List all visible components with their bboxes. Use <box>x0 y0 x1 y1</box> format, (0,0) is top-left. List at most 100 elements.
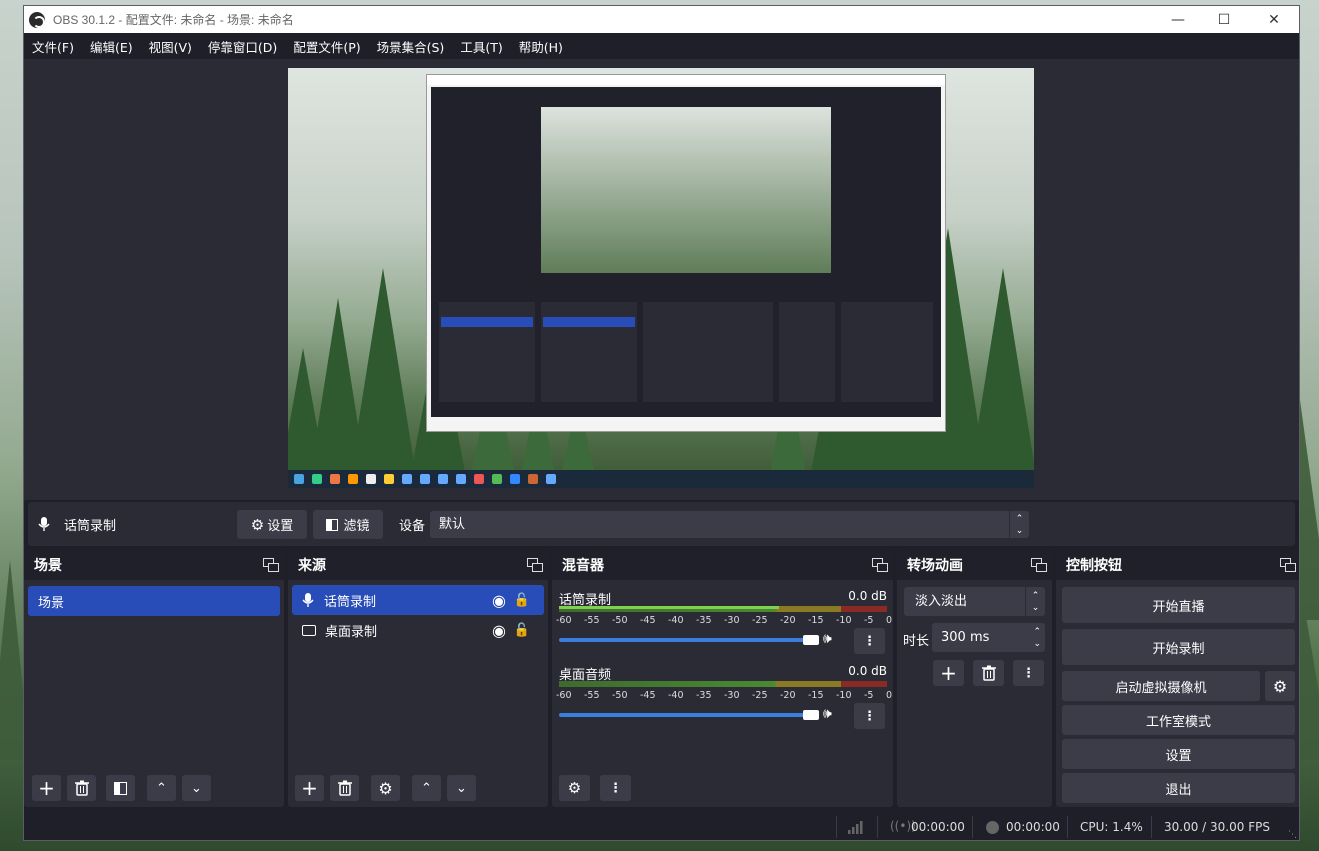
lock-icon[interactable]: 🔓 <box>514 593 530 608</box>
gear-icon: ⚙ <box>1272 676 1288 696</box>
mixer-menu-button[interactable]: ⋮ <box>600 775 631 801</box>
transition-select[interactable]: 淡入淡出 ⌃ ⌄ <box>904 587 1045 616</box>
trash-icon <box>981 665 996 681</box>
scene-item[interactable]: 场景 <box>28 586 280 616</box>
volume-slider-handle[interactable] <box>803 710 819 720</box>
obs-logo-icon <box>29 11 45 28</box>
speaker-icon[interactable]: 🕪 <box>823 706 832 722</box>
mixer-channel: 桌面音频 0.0 dB -60 -55 -50 -45 -40 -35 -30 -25 -20-… <box>552 655 893 730</box>
duration-value: 300 ms <box>941 630 990 645</box>
volume-slider[interactable] <box>559 713 819 717</box>
menu-edit[interactable]: 编辑(E) <box>82 37 141 56</box>
start-virtual-camera-label: 启动虚拟摄像机 <box>1115 680 1207 696</box>
preview-taskbar <box>288 470 1034 488</box>
sources-title: 来源 <box>298 558 326 574</box>
mixer-channel-menu-button[interactable]: ⋮ <box>854 628 885 654</box>
start-recording-label: 开始录制 <box>1152 641 1205 657</box>
source-item-label: 话筒录制 <box>324 594 377 610</box>
menu-docks[interactable]: 停靠窗口(D) <box>200 37 285 56</box>
remove-source-button[interactable] <box>330 775 359 801</box>
remove-transition-button[interactable] <box>973 660 1004 686</box>
advanced-audio-button[interactable]: ⚙ <box>559 775 590 801</box>
window-title: OBS 30.1.2 - 配置文件: 未命名 - 场景: 未命名 <box>53 13 294 27</box>
scene-transitions-dock: 转场动画 淡入淡出 ⌃ ⌄ 时长 300 ms ⌃ ⌄ + ⋮ <box>897 550 1052 807</box>
dock-float-icon[interactable] <box>263 558 279 572</box>
chevron-updown-icon: ⌃ ⌄ <box>1009 511 1029 538</box>
virtual-camera-settings-button[interactable]: ⚙ <box>1265 671 1295 701</box>
move-source-down-button[interactable]: ⌄ <box>447 775 476 801</box>
device-select-value: 默认 <box>439 517 466 532</box>
remove-scene-button[interactable] <box>67 775 96 801</box>
more-vertical-icon: ⋮ <box>1022 665 1035 681</box>
start-streaming-button[interactable]: 开始直播 <box>1062 587 1295 623</box>
resize-grip-icon[interactable]: ⋱ <box>1288 830 1297 840</box>
preview-canvas[interactable] <box>288 68 1034 488</box>
transitions-title: 转场动画 <box>907 558 963 574</box>
controls-title: 控制按钮 <box>1066 558 1122 574</box>
menu-help[interactable]: 帮助(H) <box>511 37 571 56</box>
meter-scale: -60 -55 -50 -45 -40 -35 -30 -25 -20 -15 -10 -5 0 <box>556 690 892 701</box>
dock-float-icon[interactable] <box>1031 558 1047 572</box>
dock-float-icon[interactable] <box>1280 558 1296 572</box>
gears-icon: ⚙ <box>567 779 582 797</box>
sources-dock: 来源 话筒录制 ◉ 🔓 桌面录制 ◉ 🔓 + ⚙ ⌃ ⌄ <box>288 550 548 807</box>
more-vertical-icon: ⋮ <box>863 633 876 649</box>
chevron-up-icon: ⌃ <box>421 780 432 796</box>
add-scene-button[interactable]: + <box>32 775 61 801</box>
studio-mode-button[interactable]: 工作室模式 <box>1062 705 1295 735</box>
start-recording-button[interactable]: 开始录制 <box>1062 629 1295 665</box>
chevron-updown-icon: ⌃ ⌄ <box>1025 587 1045 616</box>
volume-slider-handle[interactable] <box>803 635 819 645</box>
dock-float-icon[interactable] <box>527 558 543 572</box>
volume-meter-level <box>559 606 779 609</box>
monitor-icon <box>302 624 316 636</box>
microphone-icon <box>38 517 50 531</box>
minimize-button[interactable]: — <box>1155 6 1201 33</box>
maximize-button[interactable]: ☐ <box>1201 6 1247 33</box>
scene-filters-button[interactable] <box>106 775 135 801</box>
controls-dock: 控制按钮 开始直播 开始录制 启动虚拟摄像机 ⚙ 工作室模式 设置 退出 <box>1056 550 1299 807</box>
obs-main-window: OBS 30.1.2 - 配置文件: 未命名 - 场景: 未命名 — ☐ ✕ 文… <box>23 5 1300 841</box>
device-select[interactable]: 默认 ⌃ ⌄ <box>430 511 1029 538</box>
source-item[interactable]: 桌面录制 ◉ 🔓 <box>292 615 544 645</box>
start-virtual-camera-button[interactable]: 启动虚拟摄像机 <box>1062 671 1260 701</box>
dock-float-icon[interactable] <box>872 558 888 572</box>
chevron-down-icon: ⌄ <box>456 780 467 796</box>
add-transition-button[interactable]: + <box>933 660 964 686</box>
duration-spinbox[interactable]: 300 ms ⌃ ⌄ <box>932 623 1045 652</box>
source-item[interactable]: 话筒录制 ◉ 🔓 <box>292 585 544 615</box>
menu-bar: 文件(F) 编辑(E) 视图(V) 停靠窗口(D) 配置文件(P) 场景集合(S… <box>24 33 1299 59</box>
preview-area <box>24 59 1299 500</box>
mixer-channel-db: 0.0 dB <box>848 664 887 678</box>
move-scene-up-button[interactable]: ⌃ <box>147 775 176 801</box>
scenes-dock: 场景 场景 + ⌃ ⌄ <box>24 550 284 807</box>
lock-icon[interactable]: 🔓 <box>514 623 530 638</box>
status-bar: ((•)) 00:00:00 00:00:00 CPU: 1.4% 30.00 … <box>24 812 1299 840</box>
menu-profile[interactable]: 配置文件(P) <box>285 37 368 56</box>
chevron-updown-icon: ⌃ ⌄ <box>1033 627 1041 649</box>
transition-menu-button[interactable]: ⋮ <box>1013 660 1044 686</box>
mixer-channel-menu-button[interactable]: ⋮ <box>854 703 885 729</box>
plus-icon: + <box>38 776 55 800</box>
move-scene-down-button[interactable]: ⌄ <box>182 775 211 801</box>
close-button[interactable]: ✕ <box>1251 6 1297 33</box>
speaker-icon[interactable]: 🕪 <box>823 631 832 647</box>
source-properties-button[interactable]: ⚙ 设置 <box>237 510 307 539</box>
eye-icon[interactable]: ◉ <box>492 591 506 610</box>
add-source-button[interactable]: + <box>295 775 324 801</box>
volume-slider[interactable] <box>559 638 819 642</box>
eye-icon[interactable]: ◉ <box>492 621 506 640</box>
move-source-up-button[interactable]: ⌃ <box>412 775 441 801</box>
transition-select-value: 淡入淡出 <box>915 594 968 609</box>
menu-file[interactable]: 文件(F) <box>24 37 82 56</box>
audio-mixer-dock: 混音器 话筒录制 0.0 dB -60 -55 -50 -45 -40 -35 -30 -25… <box>552 550 893 807</box>
more-vertical-icon: ⋮ <box>609 780 622 796</box>
exit-button[interactable]: 退出 <box>1062 773 1295 803</box>
menu-scene-collection[interactable]: 场景集合(S) <box>369 37 453 56</box>
filter-icon <box>326 518 339 531</box>
settings-button[interactable]: 设置 <box>1062 739 1295 769</box>
menu-view[interactable]: 视图(V) <box>141 37 200 56</box>
source-filters-button[interactable]: 滤镜 <box>313 510 383 539</box>
source-properties-button[interactable]: ⚙ <box>371 775 400 801</box>
menu-tools[interactable]: 工具(T) <box>452 37 510 56</box>
